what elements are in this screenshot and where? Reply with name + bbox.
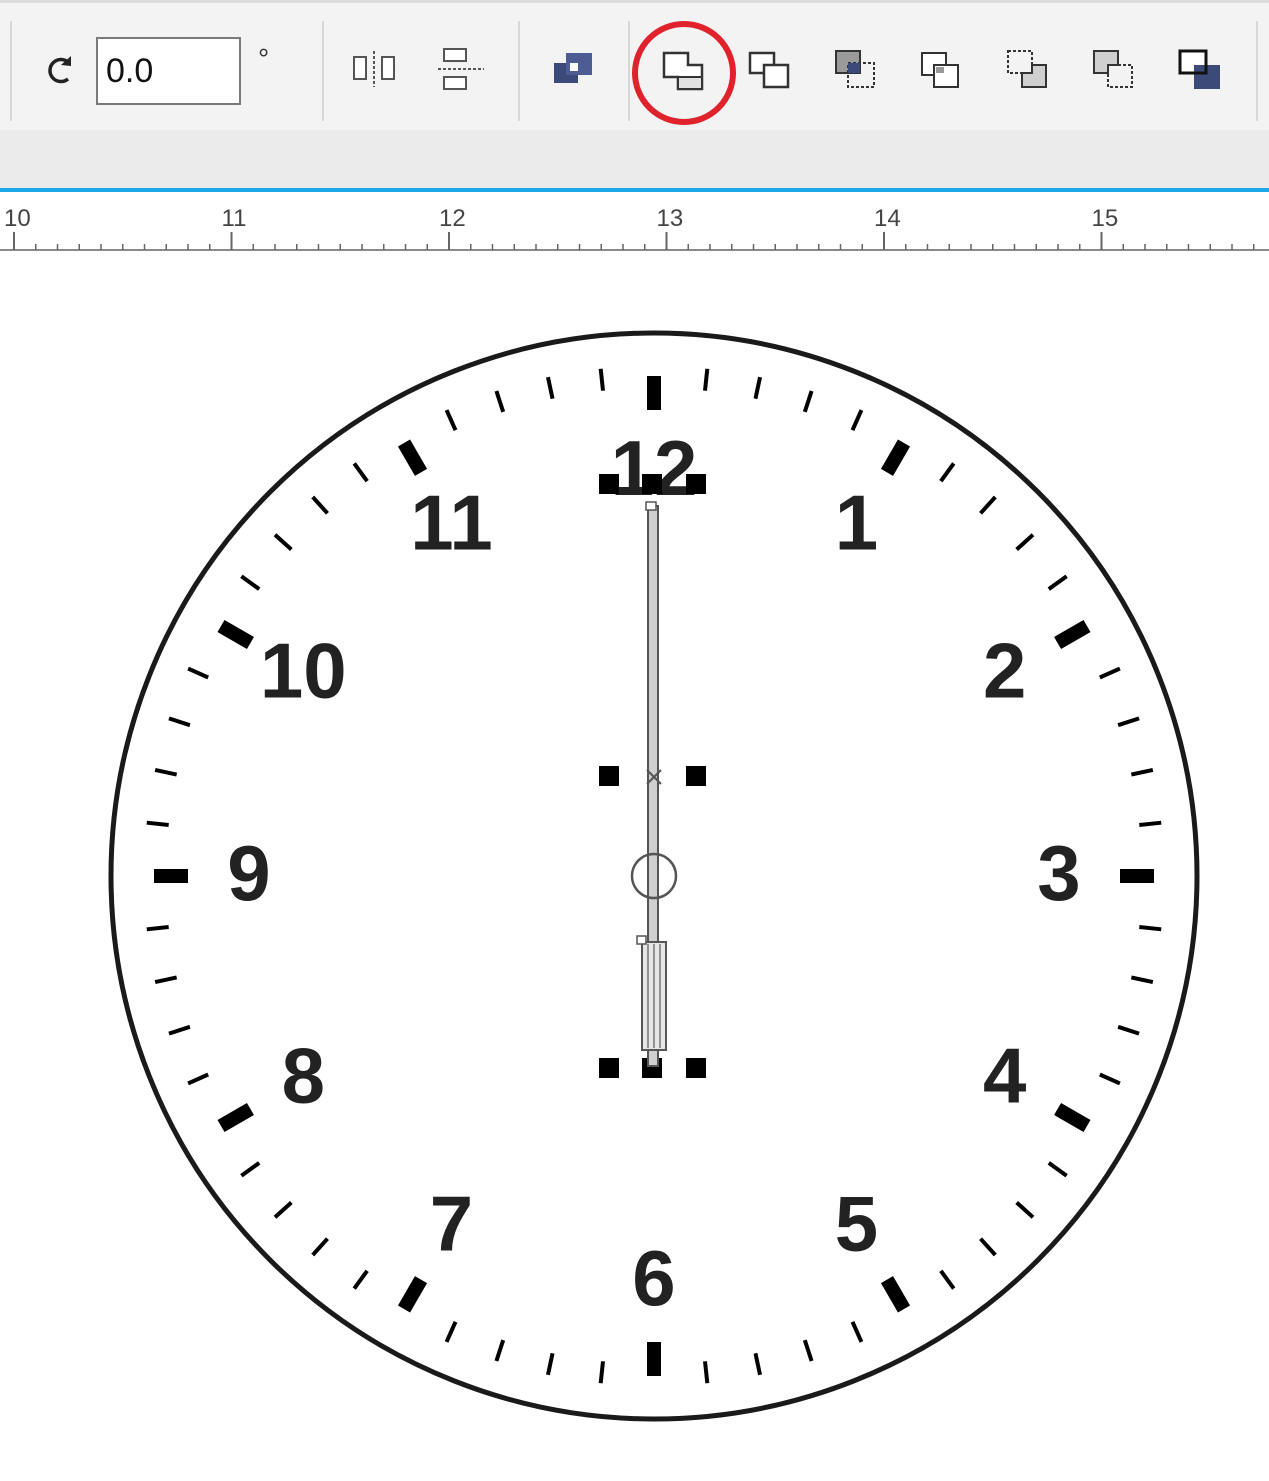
selection-handle bbox=[686, 1058, 706, 1078]
simplify-icon bbox=[921, 52, 959, 88]
selection-handle bbox=[686, 766, 706, 786]
ruler-label: 12 bbox=[439, 205, 466, 232]
intersect-button[interactable] bbox=[824, 39, 888, 103]
clock-numeral-8: 8 bbox=[282, 1032, 325, 1120]
clock-numeral-3: 3 bbox=[1037, 829, 1080, 917]
clock-numeral-4: 4 bbox=[983, 1032, 1026, 1120]
clock-numeral-7: 7 bbox=[430, 1180, 473, 1268]
minute-tick bbox=[146, 820, 169, 827]
clock-numeral-2: 2 bbox=[983, 627, 1026, 715]
toolbar-separator bbox=[322, 21, 324, 121]
ruler-label: 11 bbox=[222, 205, 247, 232]
create-boundary-icon bbox=[1178, 49, 1220, 89]
back-minus-front-icon bbox=[1093, 50, 1133, 88]
degree-symbol: ° bbox=[258, 43, 270, 74]
clock-numeral-10: 10 bbox=[260, 627, 347, 715]
minute-tick bbox=[598, 1361, 605, 1384]
simplify-button[interactable] bbox=[910, 39, 974, 103]
back-minus-front-button[interactable] bbox=[1082, 39, 1146, 103]
hour-hand[interactable] bbox=[636, 935, 667, 1051]
combine-button[interactable] bbox=[542, 39, 606, 103]
front-minus-back-icon bbox=[1007, 50, 1047, 88]
selection-handle bbox=[599, 1058, 619, 1078]
selection-handle bbox=[599, 474, 619, 494]
intersect-icon bbox=[835, 50, 875, 88]
selection-handle bbox=[686, 474, 706, 494]
trim-button[interactable] bbox=[738, 39, 802, 103]
minute-tick bbox=[598, 368, 605, 391]
minute-tick bbox=[146, 925, 169, 932]
front-minus-back-button[interactable] bbox=[996, 39, 1060, 103]
mirror-vertical-icon bbox=[438, 48, 484, 90]
rotation-angle-input[interactable] bbox=[96, 37, 241, 105]
property-toolbar: ° bbox=[0, 0, 1269, 133]
ruler-label: 10 bbox=[4, 205, 31, 232]
combine-icon bbox=[554, 53, 592, 83]
mirror-horizontal-button[interactable] bbox=[344, 39, 408, 103]
drawing-canvas[interactable]: 12 1 2 3 4 5 6 7 8 9 10 11 bbox=[0, 252, 1269, 1481]
toolbar-separator bbox=[518, 21, 520, 121]
minute-tick bbox=[703, 368, 710, 391]
clock-numeral-1: 1 bbox=[835, 478, 878, 566]
clock-numeral-9: 9 bbox=[227, 829, 270, 917]
ruler-label: 13 bbox=[657, 205, 684, 232]
highlight-circle bbox=[632, 21, 736, 125]
selection-handle bbox=[599, 766, 619, 786]
minute-tick bbox=[1139, 925, 1162, 932]
mirror-horizontal-icon bbox=[353, 51, 395, 87]
clock-numeral-6: 6 bbox=[632, 1234, 675, 1322]
toolbar-separator bbox=[628, 21, 630, 121]
secondary-toolbar bbox=[0, 130, 1269, 188]
trim-icon bbox=[748, 51, 790, 89]
horizontal-ruler[interactable]: 10 11 12 13 14 15 bbox=[0, 192, 1269, 252]
clock-numeral-12: 12 bbox=[611, 424, 698, 512]
ruler-label: 15 bbox=[1092, 205, 1119, 232]
ruler-graphic: 10 11 12 13 14 15 bbox=[0, 205, 1269, 251]
minute-tick bbox=[1139, 820, 1162, 827]
selection-handle bbox=[642, 474, 662, 494]
rotate-icon bbox=[48, 56, 71, 84]
create-boundary-button[interactable] bbox=[1170, 39, 1234, 103]
clock-face[interactable]: 121234567891011 bbox=[0, 252, 1269, 1481]
toolbar-separator bbox=[10, 21, 12, 121]
ruler-label: 14 bbox=[874, 205, 901, 232]
clock-numeral-5: 5 bbox=[835, 1180, 878, 1268]
minute-tick bbox=[703, 1361, 710, 1384]
mirror-vertical-button[interactable] bbox=[430, 39, 494, 103]
toolbar-separator bbox=[1256, 21, 1258, 121]
clock-numeral-11: 11 bbox=[410, 478, 492, 566]
